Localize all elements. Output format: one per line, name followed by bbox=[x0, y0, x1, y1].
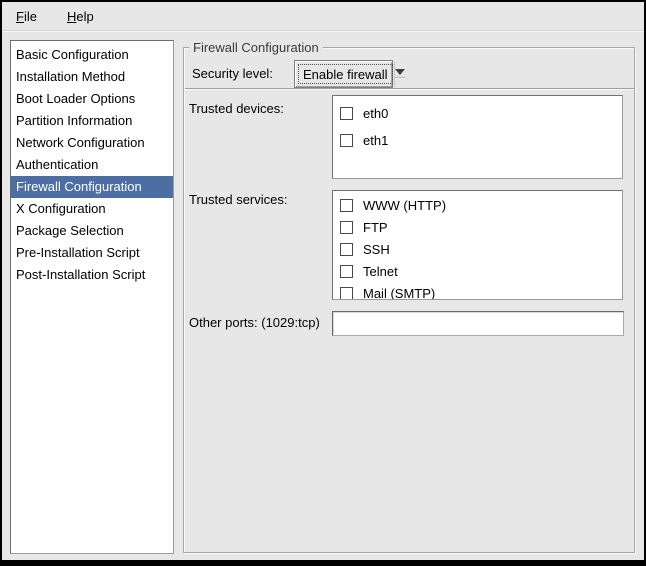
security-level-value: Enable firewall bbox=[298, 64, 393, 84]
sidebar-item-x-configuration[interactable]: X Configuration bbox=[11, 198, 173, 220]
checkbox-www-http[interactable] bbox=[340, 199, 353, 212]
horizontal-separator bbox=[185, 88, 634, 90]
trusted-services-list: WWW (HTTP) FTP SSH Telnet Mail (SMTP) bbox=[332, 190, 623, 300]
service-row-telnet[interactable]: Telnet bbox=[333, 260, 622, 282]
trusted-services-label: Trusted services: bbox=[189, 192, 288, 207]
checkbox-label: WWW (HTTP) bbox=[363, 198, 446, 213]
dropdown-arrow-icon bbox=[394, 61, 405, 87]
sidebar-item-partition-information[interactable]: Partition Information bbox=[11, 110, 173, 132]
checkbox-eth0[interactable] bbox=[340, 107, 353, 120]
checkbox-label: FTP bbox=[363, 220, 388, 235]
checkbox-telnet[interactable] bbox=[340, 265, 353, 278]
sidebar-item-network-configuration[interactable]: Network Configuration bbox=[11, 132, 173, 154]
sidebar-item-boot-loader-options[interactable]: Boot Loader Options bbox=[11, 88, 173, 110]
sidebar-item-package-selection[interactable]: Package Selection bbox=[11, 220, 173, 242]
sidebar-item-pre-installation-script[interactable]: Pre-Installation Script bbox=[11, 242, 173, 264]
menu-bar: File Help bbox=[2, 2, 644, 31]
other-ports-input[interactable] bbox=[332, 311, 624, 336]
sidebar-item-authentication[interactable]: Authentication bbox=[11, 154, 173, 176]
checkbox-ftp[interactable] bbox=[340, 221, 353, 234]
application-window: File Help Basic ConfigurationInstallation… bbox=[0, 0, 646, 566]
checkbox-label: eth1 bbox=[363, 133, 388, 148]
checkbox-mail-smtp[interactable] bbox=[340, 287, 353, 300]
service-row-ssh[interactable]: SSH bbox=[333, 238, 622, 260]
sidebar-item-firewall-configuration[interactable]: Firewall Configuration bbox=[11, 176, 173, 198]
trusted-devices-list: eth0 eth1 bbox=[332, 95, 623, 179]
service-row-ftp[interactable]: FTP bbox=[333, 216, 622, 238]
sidebar-item-post-installation-script[interactable]: Post-Installation Script bbox=[11, 264, 173, 286]
device-row-eth0[interactable]: eth0 bbox=[333, 100, 622, 127]
checkbox-label: SSH bbox=[363, 242, 390, 257]
checkbox-label: eth0 bbox=[363, 106, 388, 121]
service-row-www-http[interactable]: WWW (HTTP) bbox=[333, 194, 622, 216]
trusted-devices-label: Trusted devices: bbox=[189, 101, 284, 116]
service-row-mail-smtp[interactable]: Mail (SMTP) bbox=[333, 282, 622, 300]
security-level-dropdown[interactable]: Enable firewall bbox=[294, 60, 393, 88]
menu-file[interactable]: File bbox=[8, 6, 45, 27]
sidebar-item-installation-method[interactable]: Installation Method bbox=[11, 66, 173, 88]
frame-title: Firewall Configuration bbox=[189, 39, 323, 56]
device-row-eth1[interactable]: eth1 bbox=[333, 127, 622, 154]
sidebar-list: Basic ConfigurationInstallation MethodBo… bbox=[10, 40, 174, 554]
other-ports-label: Other ports: (1029:tcp) bbox=[189, 315, 320, 330]
checkbox-ssh[interactable] bbox=[340, 243, 353, 256]
checkbox-eth1[interactable] bbox=[340, 134, 353, 147]
sidebar-item-basic-configuration[interactable]: Basic Configuration bbox=[11, 44, 173, 66]
security-level-label: Security level: bbox=[192, 66, 273, 81]
checkbox-label: Telnet bbox=[363, 264, 398, 279]
menu-help[interactable]: Help bbox=[59, 6, 102, 27]
checkbox-label: Mail (SMTP) bbox=[363, 286, 435, 301]
